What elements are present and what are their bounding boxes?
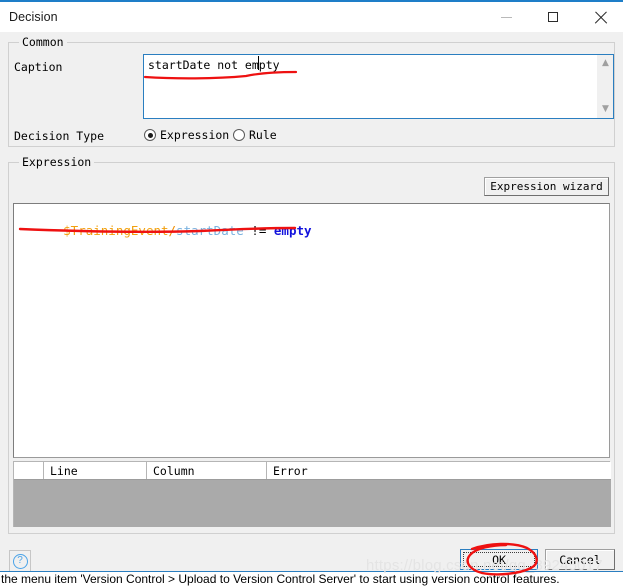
radio-label-expression: Expression bbox=[160, 128, 229, 142]
window-title: Decision bbox=[9, 10, 58, 24]
expression-code-line: $TrainingEvent/startDate != empty bbox=[18, 208, 312, 253]
ok-button[interactable]: OK bbox=[460, 549, 538, 570]
minimize-button[interactable] bbox=[483, 2, 529, 32]
caption-scrollbar[interactable]: ▲ ▼ bbox=[596, 55, 613, 118]
error-table-header-row: Line Column Error bbox=[14, 462, 611, 480]
decision-dialog: Decision Common Caption ▲ ▼ startDate no… bbox=[0, 0, 623, 587]
column-header-error[interactable]: Error bbox=[267, 462, 611, 479]
cancel-button[interactable]: Cancel bbox=[545, 549, 615, 570]
window-titlebar: Decision bbox=[0, 0, 623, 32]
error-table-body bbox=[14, 480, 611, 527]
radio-empty-icon bbox=[233, 129, 245, 141]
scroll-down-icon[interactable]: ▼ bbox=[597, 101, 614, 118]
expression-editor[interactable]: $TrainingEvent/startDate != empty bbox=[13, 203, 610, 458]
caption-label: Caption bbox=[14, 60, 62, 74]
expression-wizard-button[interactable]: Expression wizard bbox=[484, 177, 609, 196]
column-header-column[interactable]: Column bbox=[147, 462, 267, 479]
scroll-up-icon[interactable]: ▲ bbox=[597, 55, 614, 72]
close-icon bbox=[594, 11, 607, 24]
status-bar-text: the menu item 'Version Control > Upload … bbox=[1, 572, 560, 586]
maximize-button[interactable] bbox=[530, 2, 576, 32]
radio-filled-icon bbox=[144, 129, 156, 141]
radio-decision-type-expression[interactable]: Expression bbox=[144, 128, 229, 142]
close-button[interactable] bbox=[577, 2, 623, 32]
question-mark-icon: ? bbox=[13, 554, 28, 569]
token-operator: != bbox=[244, 223, 274, 238]
status-bar: the menu item 'Version Control > Upload … bbox=[0, 571, 623, 587]
ok-button-label: OK bbox=[492, 553, 506, 567]
token-field: startDate bbox=[176, 223, 244, 238]
cancel-button-label: Cancel bbox=[559, 553, 601, 567]
column-header-blank[interactable] bbox=[14, 462, 44, 479]
expression-group-legend: Expression bbox=[19, 155, 94, 169]
help-button[interactable]: ? bbox=[9, 550, 31, 572]
radio-label-rule: Rule bbox=[249, 128, 277, 142]
column-header-line[interactable]: Line bbox=[44, 462, 147, 479]
common-group-legend: Common bbox=[19, 35, 67, 49]
token-variable: $TrainingEvent bbox=[63, 223, 168, 238]
decision-type-label: Decision Type bbox=[14, 129, 104, 143]
error-table: Line Column Error bbox=[13, 461, 610, 527]
maximize-icon bbox=[548, 12, 558, 22]
caption-value: startDate not empty bbox=[148, 58, 280, 72]
caption-input[interactable]: ▲ ▼ startDate not empty bbox=[143, 54, 614, 119]
text-caret bbox=[258, 56, 259, 70]
token-keyword: empty bbox=[274, 223, 312, 238]
token-separator: / bbox=[169, 223, 177, 238]
radio-decision-type-rule[interactable]: Rule bbox=[233, 128, 277, 142]
minimize-icon bbox=[501, 17, 512, 18]
